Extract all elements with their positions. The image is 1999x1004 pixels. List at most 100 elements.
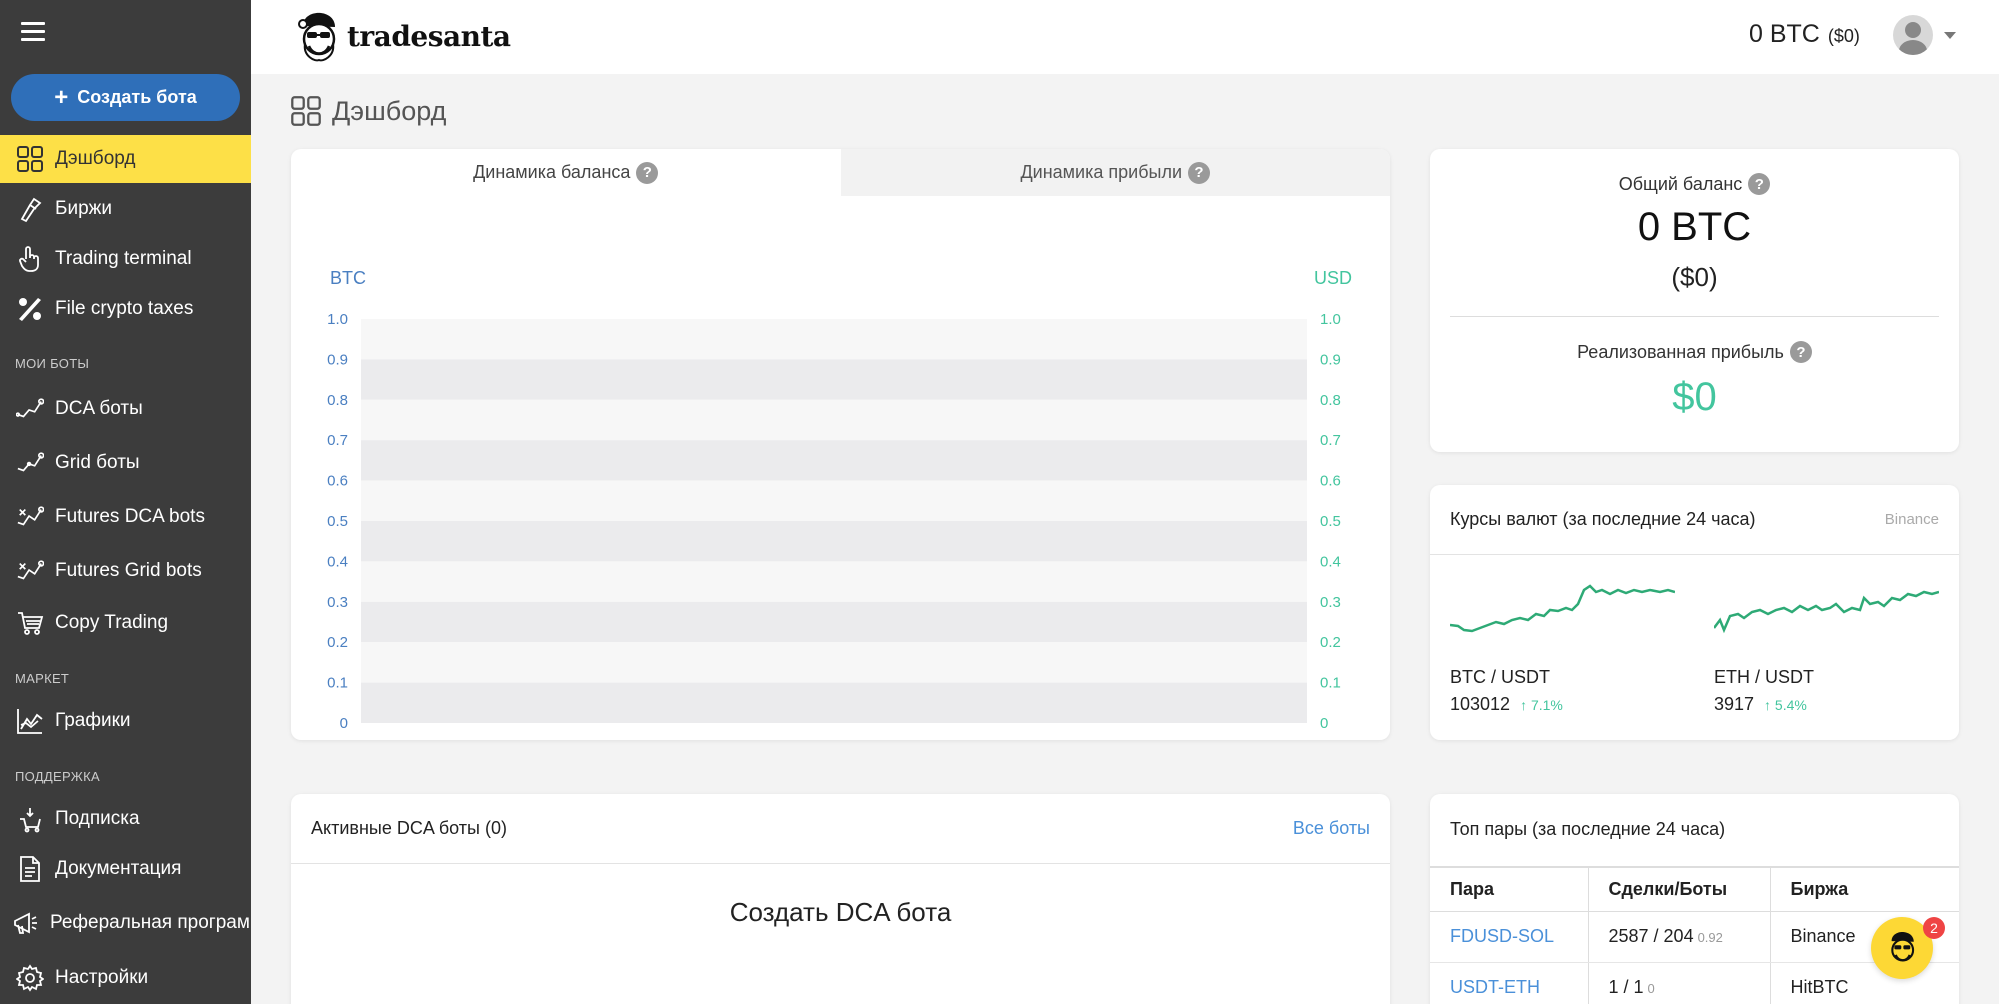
help-icon[interactable]: ?	[636, 161, 659, 184]
sidebar-item-documentation[interactable]: Документация	[0, 845, 251, 893]
total-balance-btc: 0 BTC	[1637, 205, 1752, 249]
help-icon[interactable]: ?	[1748, 173, 1771, 195]
pair-price: 3917 ↑ 5.4%	[1714, 694, 1807, 715]
pair-name: ETH / USDT	[1714, 667, 1815, 687]
y-tick-right: 0.7	[1320, 432, 1341, 449]
sidebar-item-label: DCA боты	[55, 398, 143, 419]
header-balance-btc: 0 BTC	[1749, 20, 1820, 48]
megaphone-icon	[10, 908, 40, 938]
deals-value: 2587 / 204	[1608, 926, 1694, 946]
subscription-icon	[15, 804, 45, 834]
section-my-bots: МОИ БОТЫ	[15, 356, 90, 371]
top-pairs-title: Топ пары (за последние 24 часа)	[1450, 818, 1726, 839]
sidebar-item-exchanges[interactable]: Биржи	[0, 185, 251, 233]
hamburger-menu-icon[interactable]	[21, 22, 45, 42]
sidebar-item-label: Графики	[55, 710, 131, 731]
page-title-text: Дэшборд	[332, 95, 447, 126]
y-tick-right: 0.2	[1320, 634, 1341, 651]
y-tick-right: 0.6	[1320, 473, 1341, 490]
chart-grid-band	[361, 682, 1307, 723]
sidebar-item-settings[interactable]: Настройки	[0, 954, 251, 1002]
btc-sparkline[interactable]	[1450, 580, 1675, 640]
total-balance-usd: ($0)	[1671, 262, 1718, 292]
create-bot-button[interactable]: + Создать бота	[11, 74, 240, 121]
ratio-value: 0.92	[1697, 930, 1723, 945]
total-balance-label: Общий баланс?	[1430, 173, 1959, 195]
sidebar-item-label: Настройки	[55, 967, 149, 988]
sidebar-item-copy-trading[interactable]: Copy Trading	[0, 599, 251, 647]
all-bots-link[interactable]: Все боты	[1293, 818, 1370, 839]
y-tick-right: 0	[1320, 715, 1328, 732]
sidebar-item-label: File crypto taxes	[55, 298, 194, 319]
y-tick-left: 0	[340, 715, 348, 732]
y-axis-label-right: USD	[1314, 268, 1352, 288]
tab-balance-dynamics[interactable]: Динамика баланса?	[291, 149, 841, 196]
pair-change: ↑ 7.1%	[1520, 697, 1563, 713]
sidebar-item-referral[interactable]: Реферальная программа	[0, 899, 251, 947]
pair-link[interactable]: FDUSD-SOL	[1430, 911, 1588, 963]
ratio-value: 0	[1647, 981, 1655, 996]
y-tick-right: 0.1	[1320, 675, 1341, 692]
total-balance-label-text: Общий баланс	[1618, 173, 1743, 194]
grid-bot-icon	[15, 448, 45, 478]
sidebar-item-label: Биржи	[55, 198, 112, 219]
hand-pointer-icon	[15, 244, 45, 274]
chart-grid-band	[361, 440, 1307, 481]
header-balance: 0 BTC ($0)	[1749, 20, 1860, 49]
rates-title: Курсы валют (за последние 24 часа)	[1450, 509, 1756, 529]
sidebar-item-label: Grid боты	[55, 452, 140, 473]
chart-grid-band	[361, 642, 1307, 683]
tab-label: Динамика баланса	[473, 162, 631, 182]
chart-grid-band	[361, 319, 1307, 360]
column-header[interactable]: Сделки/Боты	[1587, 866, 1770, 912]
y-axis-label-left: BTC	[330, 268, 366, 288]
sidebar-item-futures-grid[interactable]: Futures Grid bots	[0, 547, 251, 595]
gear-icon	[15, 963, 45, 993]
column-header[interactable]: Пара	[1430, 866, 1588, 912]
y-tick-right: 0.8	[1320, 392, 1341, 409]
y-tick-right: 0.5	[1320, 513, 1341, 530]
sidebar-item-charts[interactable]: Графики	[0, 697, 251, 745]
y-tick-right: 0.4	[1320, 553, 1341, 570]
balance-chart: 1.0 1.0 0.9 0.9 0.8 0.8 0.7 0.7 0.6 0.6 0.5 0.5 0.4 0…	[327, 268, 1352, 740]
y-tick-left: 0.8	[327, 392, 348, 409]
y-tick-right: 0.3	[1320, 594, 1341, 611]
chart-grid-band	[361, 359, 1307, 400]
active-dca-card: Активные DCA боты (0) Все боты Создать DC…	[291, 794, 1390, 1004]
total-balance-card: Общий баланс? 0 BTC ($0) Реализованная п…	[1430, 149, 1959, 452]
dca-title: Активные DCA боты (0)	[311, 818, 507, 838]
top-pairs-card: Топ пары (за последние 24 часа) Пара Сде…	[1430, 794, 1959, 1004]
sidebar-item-dashboard[interactable]: Дэшборд	[0, 135, 251, 183]
logo[interactable]: tradesanta	[295, 10, 511, 62]
x-tick-label: 5 Dec	[337, 738, 377, 740]
dashboard-icon	[291, 96, 321, 126]
dashboard-icon	[15, 144, 45, 174]
chart-grid-band	[361, 601, 1307, 643]
sidebar-item-subscription[interactable]: Подписка	[0, 795, 251, 843]
pair-name: BTC / USDT	[1450, 667, 1551, 687]
avatar[interactable]	[1893, 15, 1933, 55]
header-balance-usd: ($0)	[1827, 26, 1860, 46]
create-dca-bot-button[interactable]: Создать DCA бота	[291, 897, 1390, 928]
tab-profit-dynamics[interactable]: Динамика прибыли?	[840, 149, 1390, 196]
help-icon[interactable]: ?	[1188, 161, 1211, 184]
realized-profit-label: Реализованная прибыль?	[1430, 341, 1959, 363]
help-icon[interactable]: ?	[1789, 341, 1812, 363]
section-market: МАРКЕТ	[15, 671, 70, 686]
sidebar-item-label: Реферальная программа	[50, 912, 251, 933]
y-tick-right: 0.9	[1320, 351, 1341, 368]
sidebar-item-label: Дэшборд	[55, 148, 136, 169]
sidebar-item-crypto-taxes[interactable]: File crypto taxes	[0, 285, 251, 333]
chevron-down-icon[interactable]	[1944, 32, 1956, 39]
sidebar-item-label: Futures Grid bots	[55, 560, 202, 581]
column-header[interactable]: Биржа	[1769, 866, 1959, 912]
sidebar-item-dca-bots[interactable]: DCA боты	[0, 385, 251, 433]
pair-link[interactable]: USDT-ETH	[1430, 962, 1588, 1004]
eth-sparkline[interactable]	[1714, 580, 1939, 640]
sidebar-item-futures-dca[interactable]: Futures DCA bots	[0, 493, 251, 541]
sidebar-item-trading-terminal[interactable]: Trading terminal	[0, 235, 251, 283]
pair-price: 103012 ↑ 7.1%	[1450, 694, 1563, 715]
pair-price-value: 103012	[1450, 694, 1511, 714]
sidebar-item-grid-bots[interactable]: Grid боты	[0, 439, 251, 487]
y-tick-left: 0.9	[327, 351, 348, 368]
